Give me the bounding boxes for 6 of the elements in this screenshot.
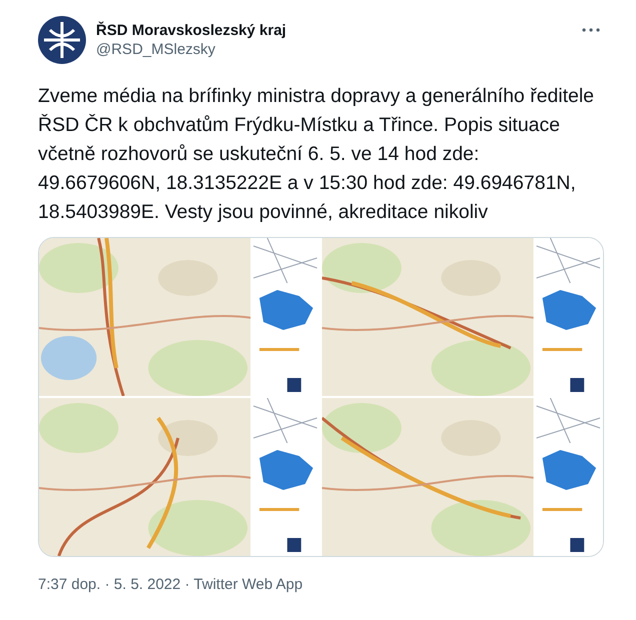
tweet-timestamp[interactable]: 7:37 dop. · 5. 5. 2022 · Twitter Web App (38, 576, 303, 593)
author-name[interactable]: ŘSD Moravskoslezský kraj (96, 22, 572, 39)
author-handle[interactable]: @RSD_MSlezsky (96, 41, 572, 58)
more-icon[interactable] (582, 28, 600, 32)
tweet-text: Zveme média na brífinky ministra dopravy a generálního ředitele ŘSD ČR k obchvatům Frýdku-Místku a Třince. Popis situace včetně rozhovorů se uskuteční 6. 5. ve 14 hod zde: 49.6679606N, 18.3135222E a v 15:30 hod zde: 49.6946781N, 18.5403989E. Vesty jsou povinné, akreditace nikoliv (38, 84, 596, 225)
logo-icon[interactable] (38, 16, 86, 64)
